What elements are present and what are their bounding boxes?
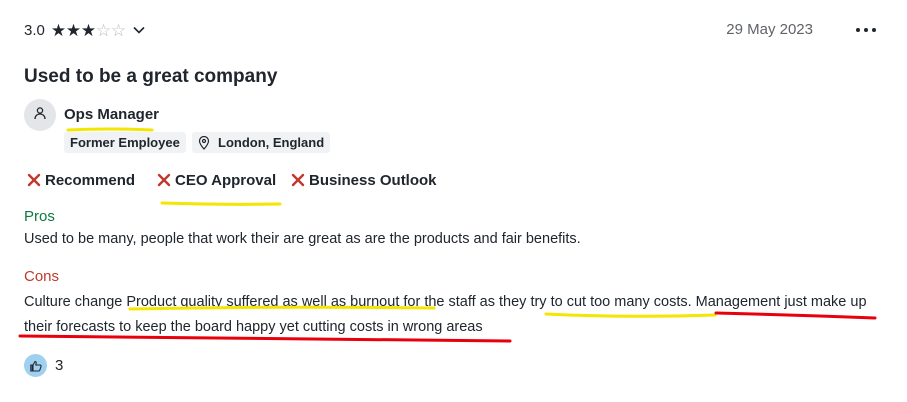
star-icon: ★ (65, 20, 82, 40)
outlook-recommend: Recommend (27, 170, 135, 190)
author-job-title: Ops Manager (64, 106, 160, 123)
x-icon (157, 173, 171, 187)
outlook-label: Recommend (45, 171, 136, 189)
rating-value: 3.0 (24, 21, 45, 39)
annotation-marks (18, 127, 877, 343)
x-icon (291, 173, 305, 187)
review-title: Used to be a great company (24, 66, 278, 87)
star-icon: ★ (80, 20, 97, 40)
map-pin-icon (198, 135, 214, 150)
star-outline-icon: ☆ (110, 20, 127, 40)
pros-text: Used to be many, people that work their … (24, 231, 581, 247)
review-header: 3.0 ★ ★ ★ ☆ ☆ 29 May 2023 (24, 19, 883, 41)
chevron-down-icon[interactable] (132, 23, 146, 37)
location-badge: London, England (192, 132, 331, 153)
outlook-label: Business Outlook (309, 171, 437, 189)
avatar (24, 99, 56, 131)
review-date: 29 May 2023 (726, 21, 813, 38)
location-text: London, England (218, 135, 325, 150)
pros-label: Pros (24, 208, 55, 225)
helpful-count: 3 (55, 357, 64, 374)
yellow-underline-job-title (66, 127, 154, 132)
star-rating: ★ ★ ★ ☆ ☆ (51, 22, 126, 39)
star-outline-icon: ☆ (95, 20, 112, 40)
employment-status-badge: Former Employee (64, 132, 186, 153)
outlook-label: CEO Approval (175, 171, 277, 189)
outlook-ceo-approval: CEO Approval (157, 170, 276, 190)
outlook-business-outlook: Business Outlook (291, 170, 437, 190)
cons-text: Culture change Product quality suffered … (24, 294, 867, 335)
more-options-icon[interactable] (852, 19, 880, 41)
cons-label: Cons (24, 268, 60, 285)
user-icon (33, 106, 47, 125)
yellow-underline-ceo-approval (160, 201, 282, 206)
star-icon: ★ (50, 20, 67, 40)
x-icon (27, 173, 41, 187)
helpful-hand-icon[interactable] (24, 354, 47, 377)
helpful-votes: 3 (24, 354, 63, 377)
